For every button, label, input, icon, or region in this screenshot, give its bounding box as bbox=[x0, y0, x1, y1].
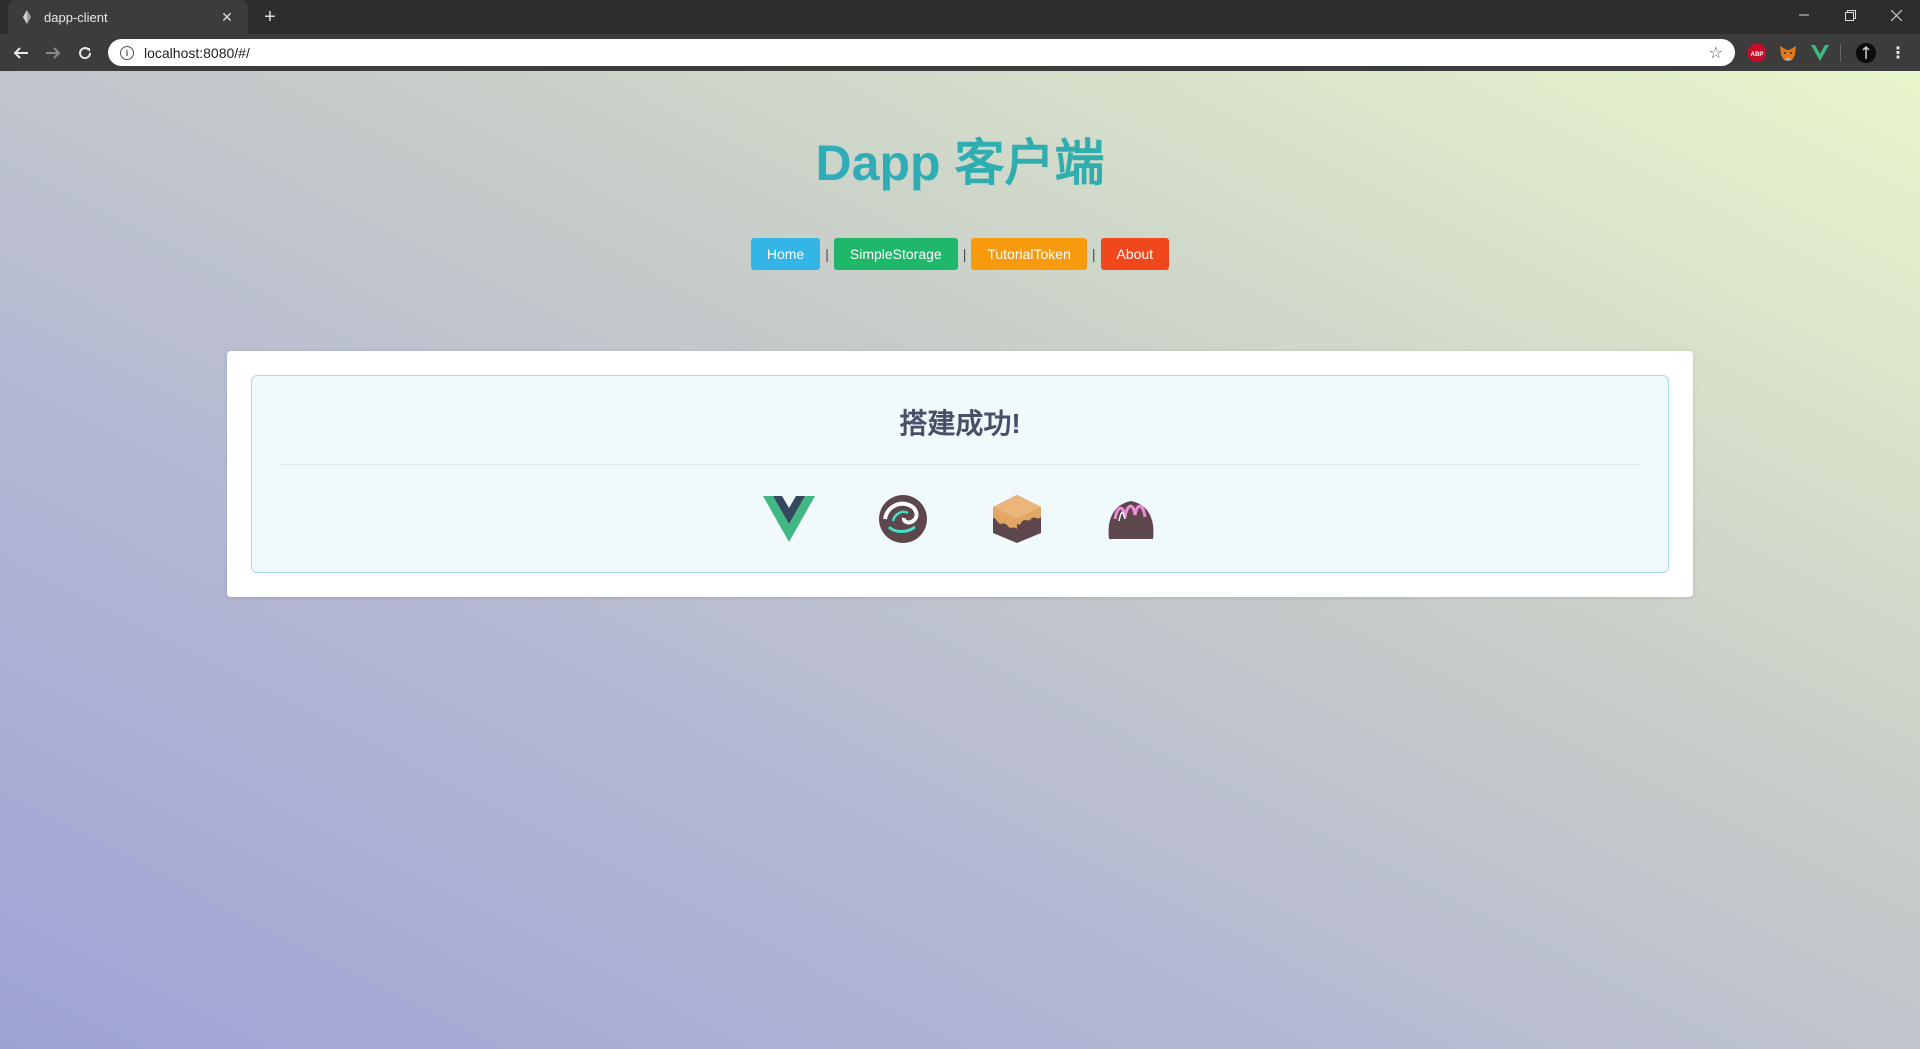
nav-simplestorage-button[interactable]: SimpleStorage bbox=[833, 238, 958, 270]
back-arrow-icon[interactable] bbox=[9, 41, 33, 65]
browser-menu-icon[interactable]: ⋮ bbox=[1888, 43, 1908, 63]
site-info-icon[interactable]: i bbox=[120, 45, 134, 60]
forward-arrow-icon[interactable] bbox=[41, 41, 65, 65]
bookmark-star-icon[interactable]: ☆ bbox=[1709, 43, 1723, 63]
vue-logo-icon bbox=[761, 491, 817, 547]
nav-separator: | bbox=[1091, 246, 1096, 262]
tab-favicon-icon bbox=[20, 10, 34, 24]
tab-close-icon[interactable]: ✕ bbox=[218, 8, 236, 26]
nav-tutorialtoken-button[interactable]: TutorialToken bbox=[971, 238, 1087, 270]
drizzle-chocolate-icon bbox=[1103, 491, 1159, 547]
tech-logos bbox=[252, 491, 1668, 547]
nav-home-button[interactable]: Home bbox=[750, 238, 821, 270]
minimize-window-button[interactable] bbox=[1781, 0, 1827, 30]
browser-tab-bar: dapp-client ✕ + bbox=[0, 0, 1920, 34]
panel-divider bbox=[278, 464, 1642, 465]
reload-icon[interactable] bbox=[73, 41, 97, 65]
main-nav: Home | SimpleStorage | TutorialToken | A… bbox=[0, 238, 1920, 270]
address-bar[interactable]: i localhost:8080/#/ ☆ bbox=[108, 39, 1735, 66]
new-tab-button[interactable]: + bbox=[258, 6, 282, 28]
abp-icon[interactable]: ABP bbox=[1747, 43, 1767, 63]
svg-text:ABP: ABP bbox=[1751, 52, 1764, 58]
content-card: 搭建成功! bbox=[227, 351, 1693, 597]
page-viewport: Dapp 客户端 Home | SimpleStorage | Tutorial… bbox=[0, 71, 1920, 1049]
nav-about-button[interactable]: About bbox=[1100, 238, 1170, 270]
tab-title: dapp-client bbox=[44, 9, 108, 25]
browser-toolbar: i localhost:8080/#/ ☆ ABP ⋮ bbox=[0, 34, 1920, 71]
ganache-cake-icon bbox=[989, 491, 1045, 547]
restore-window-button[interactable] bbox=[1827, 0, 1873, 30]
vue-devtools-icon[interactable] bbox=[1810, 43, 1830, 63]
nav-separator: | bbox=[962, 246, 967, 262]
browser-tab[interactable]: dapp-client ✕ bbox=[8, 0, 248, 34]
url-text[interactable]: localhost:8080/#/ bbox=[144, 45, 1709, 61]
metamask-fox-icon[interactable] bbox=[1778, 43, 1798, 63]
toolbar-separator bbox=[1840, 44, 1841, 62]
nav-separator: | bbox=[825, 246, 829, 262]
truffle-chocolate-icon bbox=[875, 491, 931, 547]
success-heading: 搭建成功! bbox=[899, 408, 1021, 439]
profile-avatar-icon[interactable] bbox=[1856, 43, 1876, 63]
success-panel: 搭建成功! bbox=[251, 375, 1669, 573]
page-title: Dapp 客户端 bbox=[0, 123, 1920, 195]
close-window-button[interactable] bbox=[1873, 0, 1919, 30]
